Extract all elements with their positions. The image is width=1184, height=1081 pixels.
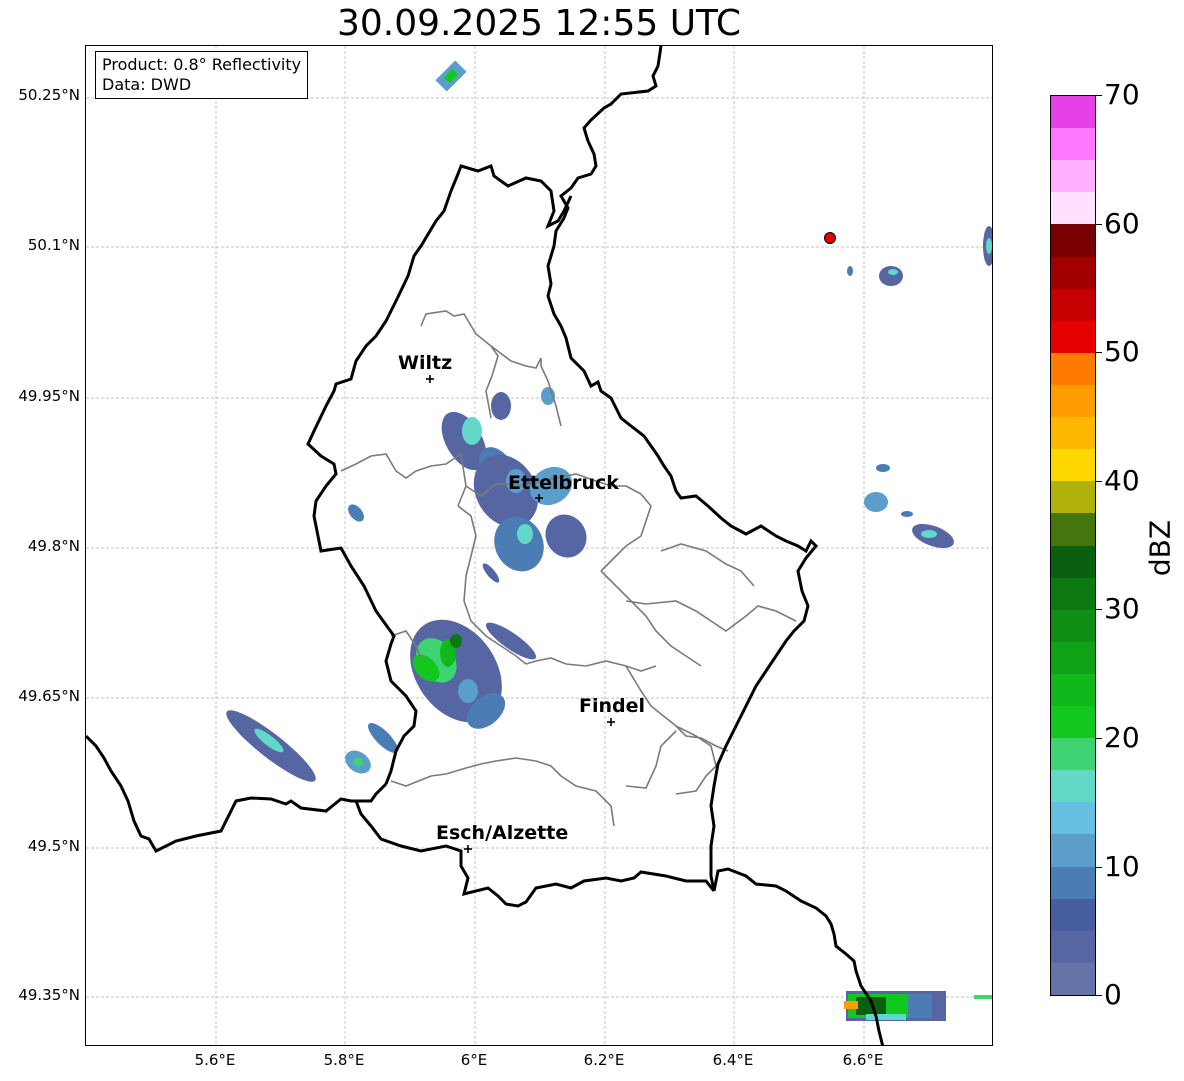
colorbar-segment: [1051, 833, 1095, 867]
colorbar-tickmark: [1096, 738, 1102, 739]
colorbar-tick-20: 20: [1104, 721, 1140, 754]
lon-label-5-8: 5.8°E: [323, 1051, 365, 1069]
national-borders: [86, 46, 885, 1045]
colorbar-segment: [1051, 255, 1095, 289]
colorbar-segment: [1051, 641, 1095, 674]
lat-label-50-25: 50.25°N: [18, 86, 80, 104]
colorbar-tickmark: [1096, 224, 1102, 225]
colorbar-segment: [1051, 320, 1095, 353]
city-label-wiltz: Wiltz: [398, 352, 452, 374]
colorbar-tickmark: [1096, 352, 1102, 353]
colorbar-segment: [1051, 577, 1095, 610]
colorbar-tickmark: [1096, 867, 1102, 868]
lat-label-49-8: 49.8°N: [27, 537, 80, 555]
city-label-esch-alzette: Esch/Alzette: [436, 822, 568, 844]
colorbar-segment: [1051, 288, 1095, 321]
colorbar-tick-40: 40: [1104, 464, 1140, 497]
colorbar-tick-0: 0: [1104, 978, 1122, 1011]
lat-label-49-5: 49.5°N: [27, 837, 80, 855]
lat-label-50-1: 50.1°N: [27, 236, 80, 254]
lat-label-49-65: 49.65°N: [18, 687, 80, 705]
colorbar-segment: [1051, 737, 1095, 771]
lat-label-49-95: 49.95°N: [18, 387, 80, 405]
colorbar-segment: [1051, 609, 1095, 642]
radar-site-marker[interactable]: [824, 232, 836, 244]
colorbar-segment: [1051, 705, 1095, 739]
dbz-colorbar: [1050, 95, 1096, 996]
lon-label-6: 6°E: [460, 1051, 488, 1069]
map-canvas: Wiltz Ettelbruck Findel Esch/Alzette: [86, 46, 992, 1045]
colorbar-segment: [1051, 930, 1095, 963]
colorbar-segment: [1051, 191, 1095, 225]
colorbar-segment: [1051, 512, 1095, 546]
colorbar-segment: [1051, 865, 1095, 899]
colorbar-tickmark: [1096, 995, 1102, 996]
product-text: Product: 0.8° Reflectivity: [102, 55, 302, 74]
colorbar-segment: [1051, 127, 1095, 161]
colorbar-segment: [1051, 352, 1095, 385]
colorbar-segment: [1051, 898, 1095, 931]
product-info-box: Product: 0.8° Reflectivity Data: DWD: [95, 51, 309, 99]
map-title: 30.09.2025 12:55 UTC: [336, 3, 742, 44]
colorbar-segment: [1051, 159, 1095, 193]
colorbar-tickmark: [1096, 609, 1102, 610]
city-label-ettelbruck: Ettelbruck: [508, 472, 619, 494]
colorbar-tick-30: 30: [1104, 592, 1140, 625]
lat-label-49-35: 49.35°N: [18, 986, 80, 1004]
city-label-findel: Findel: [579, 695, 645, 717]
colorbar-segment: [1051, 673, 1095, 707]
data-source-text: Data: DWD: [102, 75, 192, 94]
canton-boundaries: [340, 310, 797, 827]
colorbar-segment: [1051, 544, 1095, 578]
radar-map[interactable]: Wiltz Ettelbruck Findel Esch/Alzette: [85, 45, 993, 1046]
colorbar-segment: [1051, 384, 1095, 418]
colorbar-segment: [1051, 480, 1095, 514]
colorbar-tickmark: [1096, 95, 1102, 96]
colorbar-tick-50: 50: [1104, 335, 1140, 368]
lon-label-6-6: 6.6°E: [842, 1051, 884, 1069]
lon-label-6-4: 6.4°E: [712, 1051, 754, 1069]
colorbar-tick-70: 70: [1104, 78, 1140, 111]
colorbar-segment: [1051, 223, 1095, 257]
colorbar-tickmark: [1096, 481, 1102, 482]
colorbar-segment: [1051, 96, 1095, 129]
colorbar-segment: [1051, 962, 1095, 995]
colorbar-segment: [1051, 801, 1095, 835]
colorbar-segment: [1051, 448, 1095, 482]
colorbar-tick-60: 60: [1104, 207, 1140, 240]
colorbar-tick-10: 10: [1104, 850, 1140, 883]
colorbar-segment: [1051, 416, 1095, 450]
colorbar-segment: [1051, 769, 1095, 803]
lon-label-6-2: 6.2°E: [583, 1051, 625, 1069]
lon-label-5-6: 5.6°E: [194, 1051, 236, 1069]
colorbar-label: dBZ: [1143, 519, 1177, 577]
